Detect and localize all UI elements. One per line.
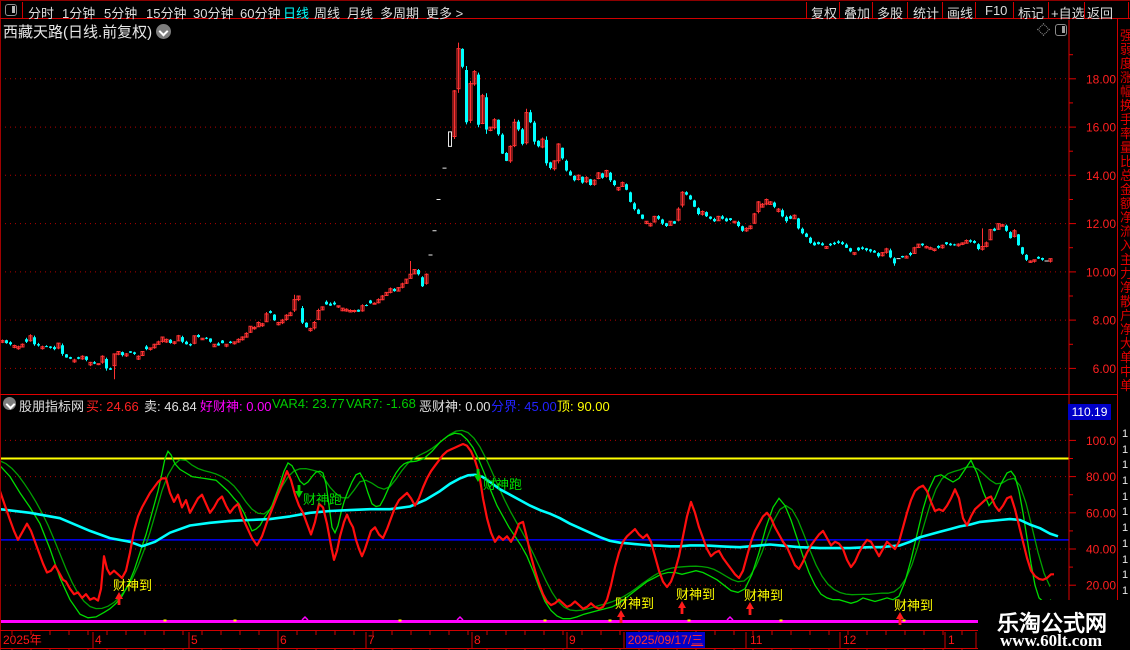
svg-text:7: 7 — [368, 633, 375, 647]
svg-text:6.00: 6.00 — [1093, 362, 1117, 376]
svg-text:2025年: 2025年 — [3, 633, 42, 647]
svg-text:9: 9 — [569, 633, 576, 647]
svg-text:财神跑: 财神跑 — [303, 492, 342, 507]
svg-text:60.00: 60.00 — [1086, 506, 1116, 520]
svg-text:财神到: 财神到 — [676, 587, 715, 602]
svg-text:5: 5 — [191, 633, 198, 647]
svg-text:18.00: 18.00 — [1086, 72, 1116, 86]
svg-text:80.00: 80.00 — [1086, 470, 1116, 484]
svg-text:8: 8 — [474, 633, 481, 647]
svg-text:4: 4 — [95, 633, 102, 647]
svg-text:财神到: 财神到 — [744, 588, 783, 603]
svg-text:14.00: 14.00 — [1086, 169, 1116, 183]
svg-text:财神跑: 财神跑 — [483, 477, 522, 492]
svg-text:10.00: 10.00 — [1086, 265, 1116, 279]
svg-text:20.00: 20.00 — [1086, 579, 1116, 593]
svg-text:财神到: 财神到 — [894, 598, 933, 613]
svg-text:8.00: 8.00 — [1093, 314, 1117, 328]
svg-text:40.00: 40.00 — [1086, 543, 1116, 557]
svg-text:16.00: 16.00 — [1086, 121, 1116, 135]
svg-text:100.0: 100.0 — [1086, 434, 1116, 448]
svg-text:1: 1 — [948, 633, 955, 647]
svg-text:12: 12 — [843, 633, 857, 647]
svg-text:财神到: 财神到 — [615, 596, 654, 611]
svg-text:6: 6 — [280, 633, 287, 647]
svg-text:财神到: 财神到 — [113, 578, 152, 593]
svg-text:12.00: 12.00 — [1086, 217, 1116, 231]
svg-text:11: 11 — [750, 633, 763, 647]
